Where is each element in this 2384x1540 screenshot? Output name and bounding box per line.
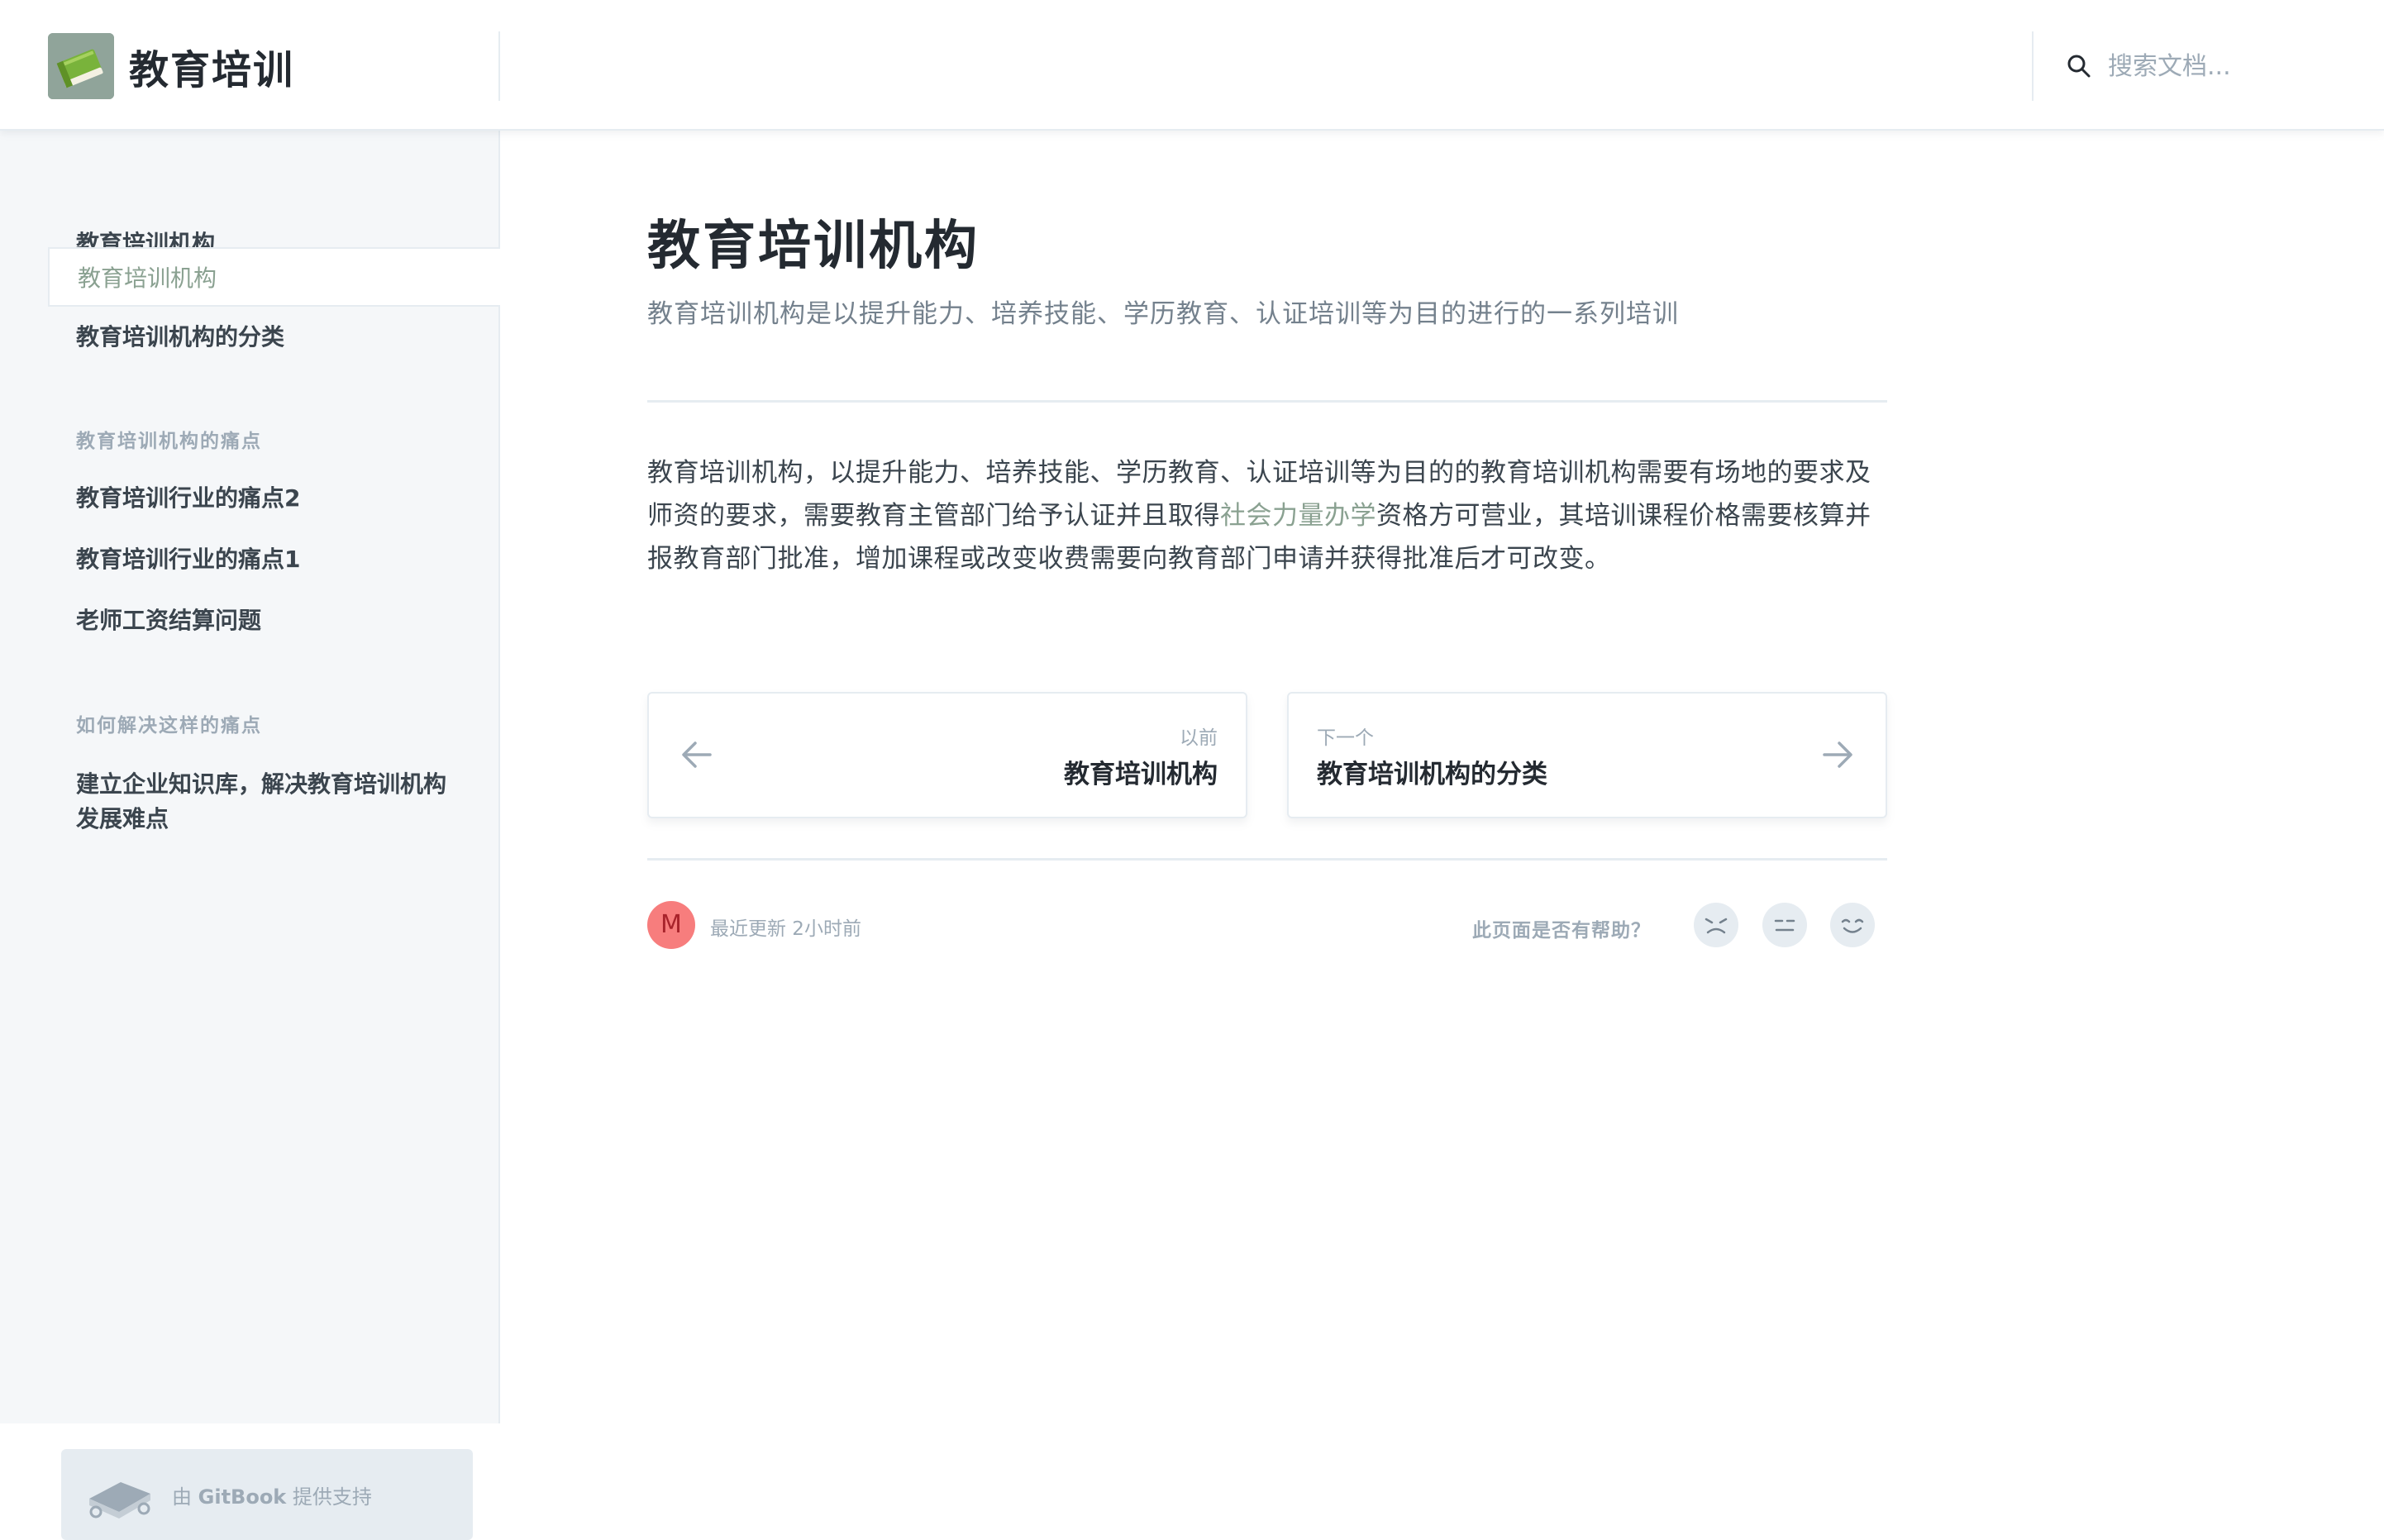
book-logo-icon [48,33,114,99]
pager-caption: 以前 [1180,727,1218,749]
next-page-button[interactable]: 下一个 教育培训机构的分类 [1287,692,1887,818]
pager-caption: 下一个 [1317,727,1374,749]
sidebar-item-jigou-active[interactable]: 教育培训机构 [48,247,500,307]
sidebar-item-pain-2[interactable]: 教育培训行业的痛点2 [48,469,500,528]
top-header: 教育培训 [0,0,2384,131]
sidebar-item-knowledge-base[interactable]: 建立企业知识库，解决教育培训机构发展难点 [48,757,500,837]
sidebar-item-salary[interactable]: 老师工资结算问题 [48,591,500,651]
arrow-right-icon [1823,741,1852,768]
feedback-label: 此页面是否有帮助？ [1472,920,1651,942]
sidebar-item-fenlei[interactable]: 教育培训机构的分类 [48,308,500,367]
powered-by-gitbook[interactable]: 由 GitBook 提供支持 [61,1449,473,1540]
divider [647,858,1887,861]
avatar[interactable]: M [647,901,695,949]
search-box[interactable] [2065,43,2346,89]
arrow-left-icon [682,741,712,768]
brand-link[interactable]: 教育培训 [48,33,294,99]
main-content: 教育培训机构 教育培训机构是以提升能力、培养技能、学历教育、认证培训等为目的进行… [500,131,2384,1423]
last-updated-text: 最近更新 2小时前 [710,918,861,940]
body-link[interactable]: 社会力量办学 [1220,501,1376,531]
pager-title: 教育培训机构 [1064,760,1218,789]
happy-face-icon [1841,918,1864,933]
pager-title: 教育培训机构的分类 [1317,760,1547,789]
search-icon [2067,55,2091,78]
gitbook-icon [89,1482,150,1519]
page-title: 教育培训机构 [647,216,980,277]
page-description: 教育培训机构是以提升能力、培养技能、学历教育、认证培训等为目的进行的一系列培训 [647,299,1679,329]
sidebar-item-pain-1[interactable]: 教育培训行业的痛点1 [48,530,500,589]
neutral-face-icon [1774,919,1795,932]
body-paragraph: 教育培训机构，以提升能力、培养技能、学历教育、认证培训等为目的的教育培训机构需要… [647,458,1871,574]
rate-happy-button[interactable] [1830,903,1875,947]
rate-neutral-button[interactable] [1762,903,1807,947]
search-input[interactable] [2106,50,2338,82]
divider [647,400,1887,403]
site-title: 教育培训 [129,47,295,93]
sidebar-group-title: 教育培训机构的痛点 [76,431,262,452]
sidebar-group-title: 如何解决这样的痛点 [76,715,262,737]
rate-sad-button[interactable] [1694,903,1738,947]
header-divider [2032,31,2034,101]
powered-by-text: 由 GitBook 提供支持 [172,1485,372,1509]
header-divider [498,31,500,101]
sad-face-icon [1705,918,1728,934]
sidebar: 教育培训机构 教育培训机构 教育培训机构的分类 教育培训机构的痛点 教育培训行业… [0,131,500,1540]
previous-page-button[interactable]: 以前 教育培训机构 [647,692,1247,818]
